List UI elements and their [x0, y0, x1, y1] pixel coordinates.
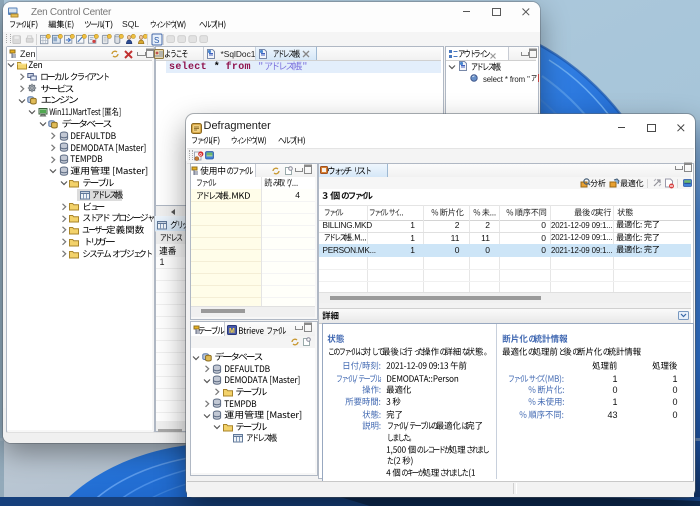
svg-text:0: 0: [199, 152, 202, 157]
svg-text:M: M: [229, 328, 235, 335]
svg-text:S: S: [154, 36, 159, 45]
